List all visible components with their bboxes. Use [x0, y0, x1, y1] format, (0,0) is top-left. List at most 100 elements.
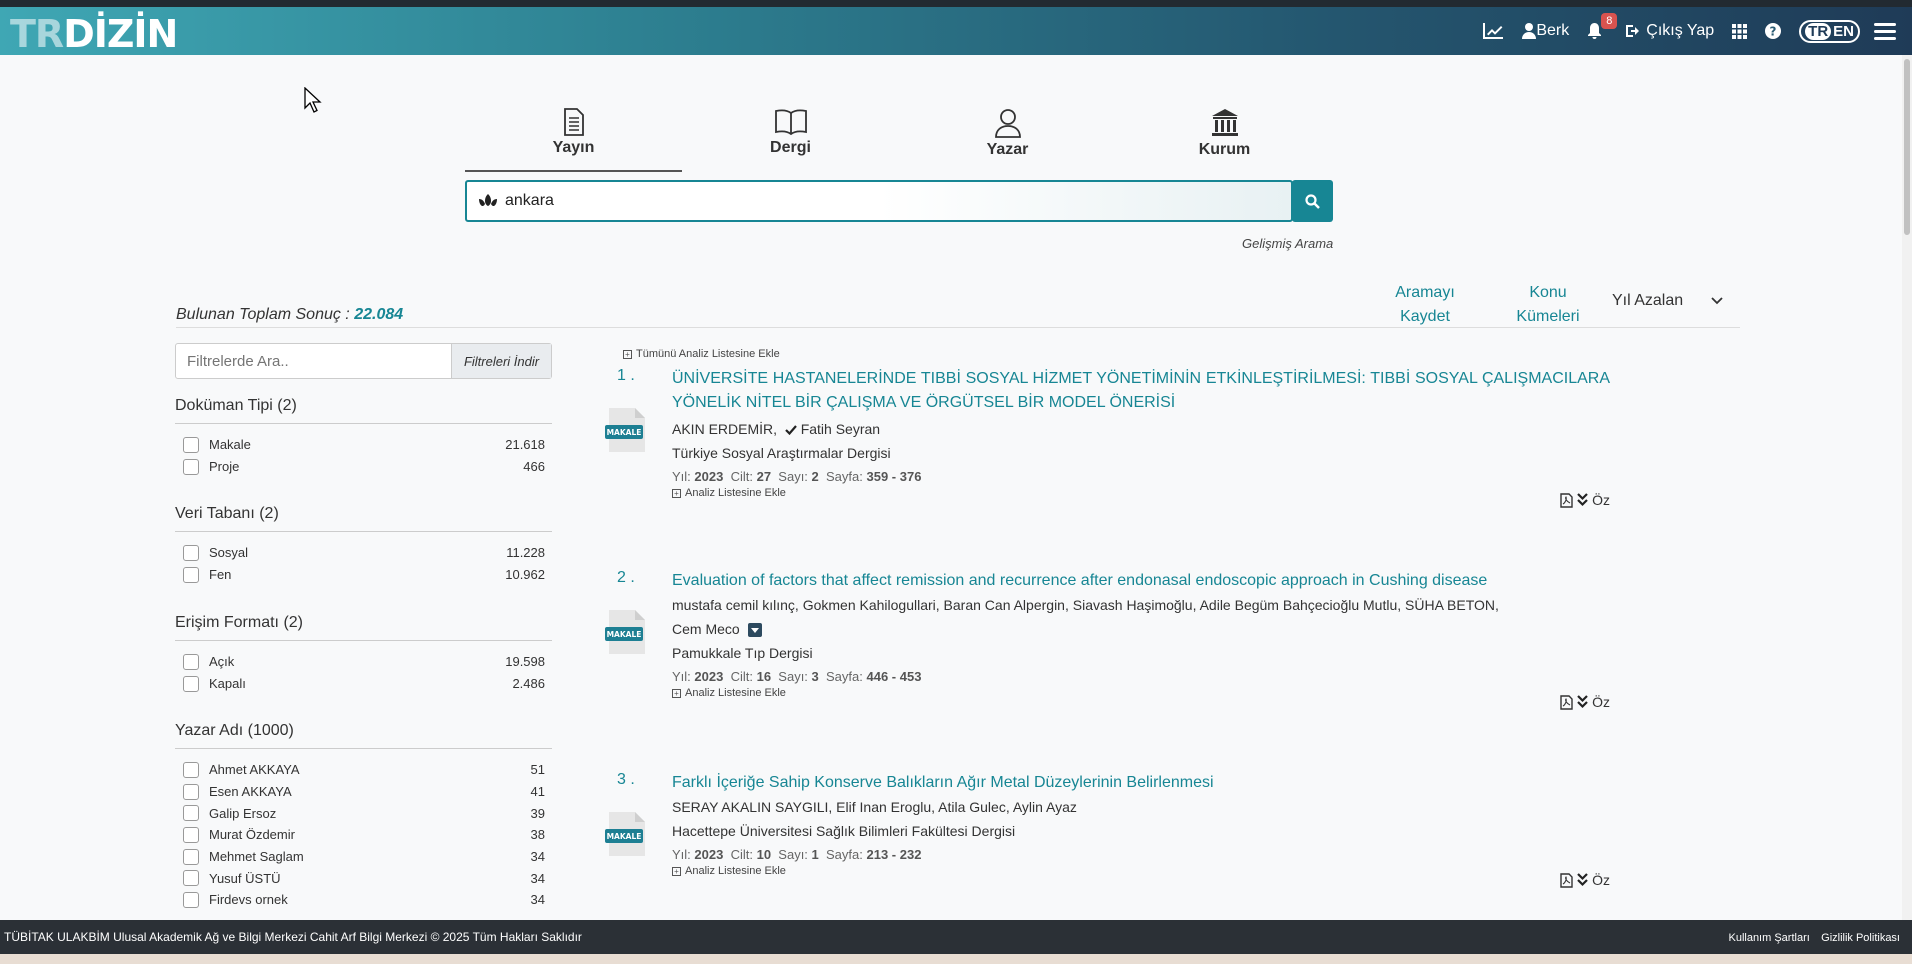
- result-journal[interactable]: Pamukkale Tıp Dergisi: [672, 641, 1610, 665]
- checkbox[interactable]: [183, 848, 199, 865]
- double-chevron-down-icon: [1577, 493, 1588, 507]
- add-all-to-analysis-button[interactable]: + Tümünü Analiz Listesine Ekle: [623, 348, 780, 360]
- checkbox[interactable]: [183, 761, 199, 778]
- result-authors: mustafa cemil kılınç, Gokmen Kahilogulla…: [672, 597, 1499, 613]
- checkbox[interactable]: [183, 870, 199, 887]
- bell-icon: [1588, 22, 1602, 39]
- abstract-toggle[interactable]: Öz: [1592, 492, 1610, 508]
- result-meta: Yıl: 2023 Cilt: 27 Sayı: 2 Sayfa: 359 - …: [672, 469, 922, 484]
- lang-en[interactable]: EN: [1833, 23, 1854, 40]
- plus-square-icon: +: [672, 488, 681, 498]
- checkbox[interactable]: [183, 891, 199, 908]
- result-journal[interactable]: Hacettepe Üniversitesi Sağlık Bilimleri …: [672, 819, 1610, 843]
- result-authors-more: Cem Meco: [672, 617, 1610, 641]
- help-button[interactable]: ?: [1765, 23, 1782, 39]
- trdizin-logo[interactable]: TRDİZİN: [10, 12, 178, 56]
- search-type-tabs: Yayın Dergi Yazar Kurum: [465, 108, 1333, 172]
- result-title[interactable]: Evaluation of factors that affect remiss…: [672, 569, 1610, 593]
- terms-link[interactable]: Kullanım Şartları: [1728, 932, 1809, 944]
- facet-title[interactable]: Veri Tabanı (2): [175, 505, 552, 532]
- apps-grid-button[interactable]: [1732, 23, 1748, 39]
- sign-out-icon: [1626, 25, 1640, 37]
- checkbox[interactable]: [183, 805, 199, 822]
- double-chevron-down-icon: [1577, 695, 1588, 709]
- result-title[interactable]: ÜNİVERSİTE HASTANELERİNDE TIBBİ SOSYAL H…: [672, 367, 1610, 415]
- facet-title[interactable]: Yazar Adı (1000): [175, 722, 552, 749]
- result-meta: Yıl: 2023 Cilt: 16 Sayı: 3 Sayfa: 446 - …: [672, 669, 922, 684]
- facet-item[interactable]: Ahmet AKKAYA 51: [175, 759, 552, 781]
- doc-type-label: MAKALE: [607, 630, 642, 639]
- notification-count-badge: 8: [1601, 12, 1618, 29]
- result-actions: Öz: [1560, 872, 1610, 888]
- facet-item[interactable]: Esen AKKAYA 41: [175, 781, 552, 803]
- checkbox[interactable]: [183, 675, 199, 692]
- filter-search: Filtreleri İndir: [175, 343, 552, 379]
- facet-item[interactable]: Yusuf ÜSTÜ 34: [175, 867, 552, 889]
- tab-journal[interactable]: Dergi: [682, 108, 899, 172]
- abstract-toggle[interactable]: Öz: [1592, 694, 1610, 710]
- pdf-file-icon[interactable]: [1560, 492, 1573, 508]
- result-title[interactable]: Farklı İçeriğe Sahip Konserve Balıkların…: [672, 771, 1610, 795]
- logout-button[interactable]: Çıkış Yap: [1626, 22, 1714, 40]
- facet-item[interactable]: Açık 19.598: [175, 651, 552, 673]
- navbar-right: Berk 8 Çıkış Yap ? TR EN: [1482, 7, 1912, 55]
- checkbox[interactable]: [183, 458, 199, 475]
- checkbox[interactable]: [183, 566, 199, 583]
- expand-authors-icon[interactable]: [747, 623, 762, 638]
- plus-square-icon: +: [623, 349, 632, 359]
- search-input[interactable]: [505, 192, 1205, 210]
- privacy-link[interactable]: Gizlilik Politikası: [1821, 932, 1900, 944]
- grid-icon: [1732, 23, 1748, 39]
- pdf-file-icon[interactable]: [1560, 872, 1573, 888]
- divider: [176, 327, 1740, 328]
- tab-author[interactable]: Yazar: [899, 108, 1116, 172]
- save-search-button[interactable]: Aramayı Kaydet: [1394, 281, 1456, 329]
- checkbox[interactable]: [183, 544, 199, 561]
- plus-square-icon: +: [672, 866, 681, 876]
- checkbox[interactable]: [183, 436, 199, 453]
- facet-item[interactable]: Firdevs ornek 34: [175, 889, 552, 911]
- facet-item[interactable]: Murat Özdemir 38: [175, 824, 552, 846]
- author-link[interactable]: Fatih Seyran: [801, 421, 880, 437]
- facet-item[interactable]: Sosyal 11.228: [175, 542, 552, 564]
- statistics-link[interactable]: [1482, 22, 1504, 40]
- abstract-toggle[interactable]: Öz: [1592, 872, 1610, 888]
- language-switch[interactable]: TR EN: [1799, 19, 1860, 43]
- facet-item[interactable]: Fen 10.962: [175, 564, 552, 586]
- notifications-button[interactable]: 8: [1587, 12, 1618, 40]
- topic-clusters-button[interactable]: Konu Kümeleri: [1512, 281, 1584, 329]
- result-body: Farklı İçeriğe Sahip Konserve Balıkların…: [672, 771, 1610, 877]
- pdf-file-icon[interactable]: [1560, 694, 1573, 710]
- checkbox[interactable]: [183, 783, 199, 800]
- user-menu[interactable]: Berk: [1522, 22, 1569, 40]
- result-authors: SERAY AKALIN SAYGILI, Elif Inan Eroglu, …: [672, 799, 1077, 815]
- facet-item[interactable]: Mehmet Saglam 34: [175, 846, 552, 868]
- facet-item[interactable]: Galip Ersoz 39: [175, 802, 552, 824]
- checkbox[interactable]: [183, 826, 199, 843]
- facet-item[interactable]: Makale 21.618: [175, 434, 552, 456]
- svg-text:?: ?: [1770, 25, 1777, 39]
- result-body: Evaluation of factors that affect remiss…: [672, 569, 1610, 699]
- tab-publication[interactable]: Yayın: [465, 108, 682, 172]
- facet-item[interactable]: Proje 466: [175, 456, 552, 478]
- page-scrollbar[interactable]: [1902, 55, 1912, 920]
- facet-title[interactable]: Doküman Tipi (2): [175, 397, 552, 424]
- author-link[interactable]: AKIN ERDEMİR,: [672, 421, 777, 437]
- filter-search-input[interactable]: [176, 344, 451, 378]
- tab-institution[interactable]: Kurum: [1116, 108, 1333, 172]
- search-button[interactable]: [1292, 180, 1333, 222]
- question-circle-icon: ?: [1765, 23, 1782, 39]
- scrollbar-thumb[interactable]: [1904, 59, 1910, 235]
- result-journal[interactable]: Türkiye Sosyal Araştırmalar Dergisi: [672, 441, 1610, 465]
- hamburger-menu-icon[interactable]: [1874, 19, 1896, 44]
- checkbox[interactable]: [183, 653, 199, 670]
- lotus-icon: [479, 194, 497, 206]
- download-filters-button[interactable]: Filtreleri İndir: [451, 344, 551, 378]
- facet-title[interactable]: Erişim Formatı (2): [175, 614, 552, 641]
- sort-select[interactable]: Yıl Azalan: [1612, 292, 1723, 310]
- plus-square-icon: +: [672, 688, 681, 698]
- lang-tr[interactable]: TR: [1805, 22, 1832, 40]
- footer: TÜBİTAK ULAKBİM Ulusal Akademik Ağ ve Bi…: [0, 920, 1912, 954]
- advanced-search-link[interactable]: Gelişmiş Arama: [1242, 236, 1333, 251]
- facet-item[interactable]: Kapalı 2.486: [175, 673, 552, 695]
